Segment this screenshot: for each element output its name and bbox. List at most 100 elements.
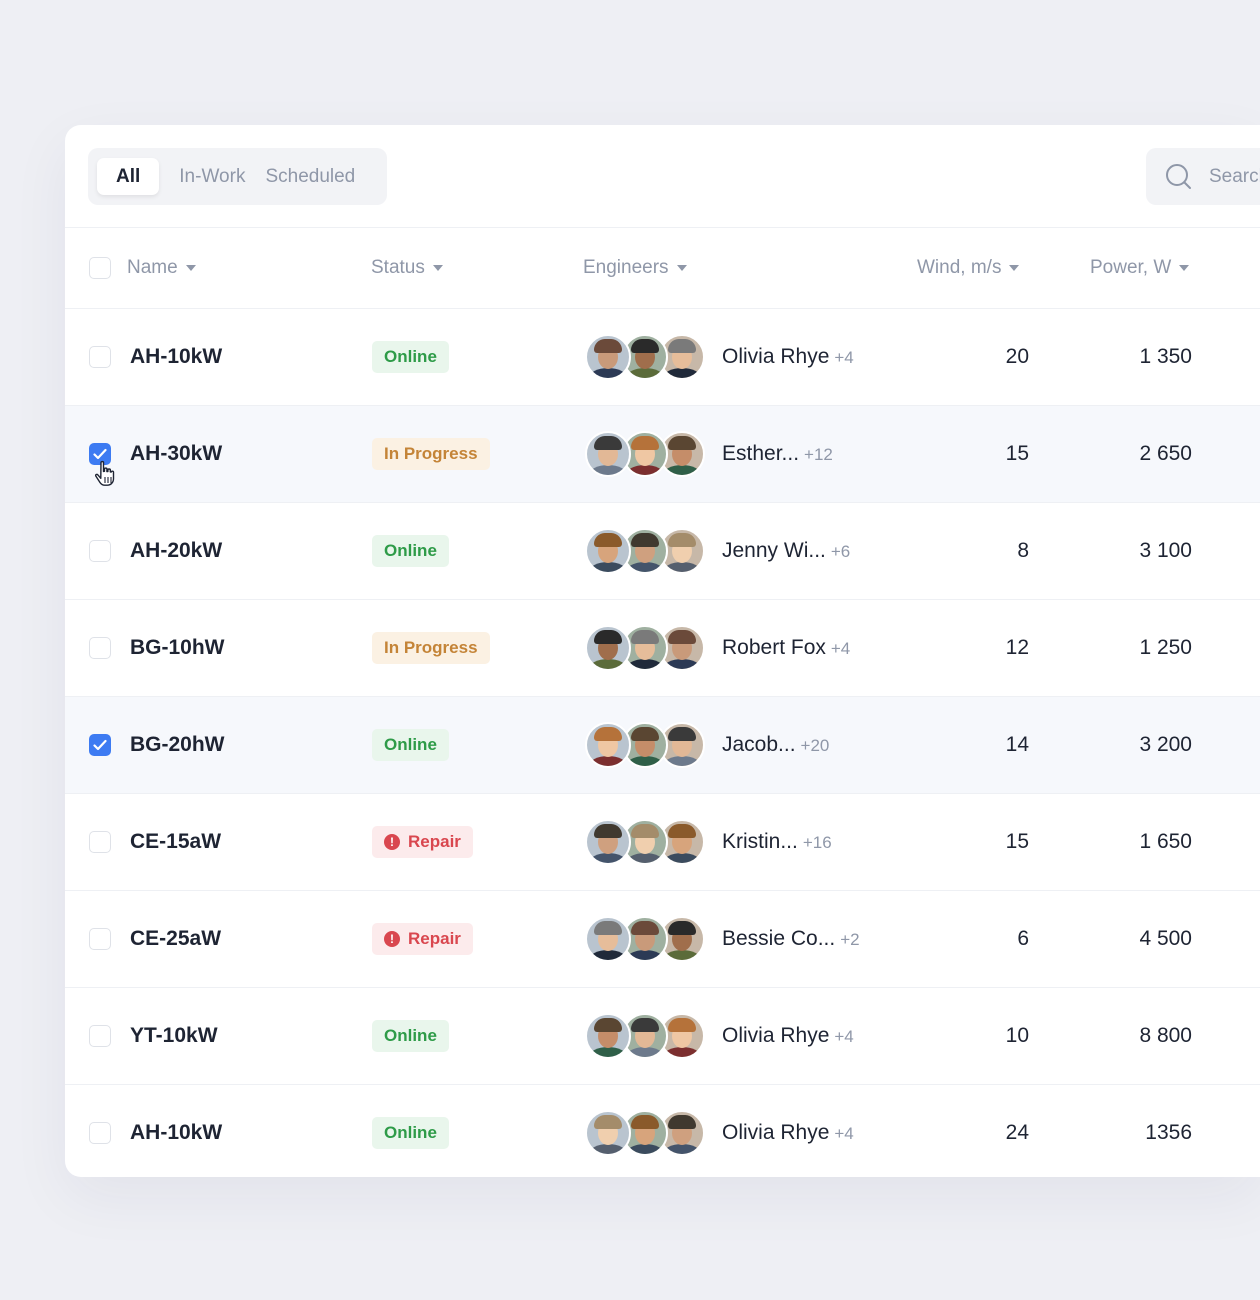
engineer-name: Jacob...	[722, 733, 796, 756]
table-row[interactable]: CE-25aW! Repair Bessie Co... +2 6 4 500	[65, 891, 1260, 988]
row-checkbox[interactable]	[89, 1025, 111, 1047]
table-row[interactable]: BG-10hW In Progress Robert Fox +4 12 1 250	[65, 600, 1260, 697]
sort-caret-icon	[676, 265, 687, 271]
turbines-table-card: All In-Work Scheduled Name Status Engine…	[65, 125, 1260, 1177]
table-row[interactable]: AH-20kW Online Jenny Wi... +6 8 3 100	[65, 503, 1260, 600]
engineer-avatar-stack[interactable]	[585, 819, 705, 865]
engineer-avatar-stack[interactable]	[585, 334, 705, 380]
status-badge: ! Repair	[372, 923, 473, 955]
engineer-name: Olivia Rhye	[722, 345, 830, 368]
search-input[interactable]	[1207, 164, 1260, 189]
row-checkbox[interactable]	[89, 928, 111, 950]
alert-icon: !	[384, 931, 400, 947]
filter-tabs: All In-Work Scheduled	[88, 148, 387, 205]
table-row[interactable]: YT-10kW Online Olivia Rhye +4 10 8 800	[65, 988, 1260, 1085]
wind-value: 6	[1017, 927, 1029, 950]
more-engineers-count: +6	[830, 542, 851, 561]
tab-scheduled[interactable]: Scheduled	[265, 166, 355, 188]
engineer-name: Kristin...	[722, 830, 798, 853]
table-row[interactable]: AH-30kW In Progress Esther... +12 15 2 650	[65, 406, 1260, 503]
turbine-name[interactable]: AH-30kW	[130, 406, 222, 502]
status-label: Repair	[408, 832, 461, 851]
power-value: 1 350	[1139, 345, 1192, 368]
row-checkbox[interactable]	[89, 346, 111, 368]
status-badge: Online	[372, 1117, 449, 1149]
engineer-names: Esther... +12	[722, 406, 833, 502]
row-checkbox[interactable]	[89, 831, 111, 853]
engineer-avatar-stack[interactable]	[585, 1013, 705, 1059]
column-header-engineers[interactable]: Engineers	[583, 228, 687, 308]
engineer-name: Esther...	[722, 442, 800, 465]
row-checkbox[interactable]	[89, 734, 111, 756]
turbine-name[interactable]: AH-20kW	[130, 503, 222, 599]
table-row[interactable]: BG-20hW Online Jacob... +20 14 3 200	[65, 697, 1260, 794]
engineer-avatar-stack[interactable]	[585, 916, 705, 962]
avatar	[585, 625, 631, 671]
column-header-label: Power, W	[1090, 257, 1172, 278]
engineer-avatar-stack[interactable]	[585, 722, 705, 768]
wind-value: 8	[1017, 539, 1029, 562]
checkmark-icon	[93, 739, 107, 751]
tab-in-work[interactable]: In-Work	[179, 166, 245, 188]
more-engineers-count: +12	[804, 445, 833, 464]
column-header-wind[interactable]: Wind, m/s	[917, 228, 1020, 308]
wind-value: 10	[1005, 1024, 1029, 1047]
power-value: 3 200	[1139, 733, 1192, 756]
engineer-avatar-stack[interactable]	[585, 528, 705, 574]
turbine-name[interactable]: BG-10hW	[130, 600, 225, 696]
avatar	[585, 819, 631, 865]
status-label: Online	[384, 1123, 437, 1142]
engineer-name: Olivia Rhye	[722, 1024, 830, 1047]
turbine-name[interactable]: BG-20hW	[130, 697, 225, 793]
status-badge: Online	[372, 535, 449, 567]
hand-pointer-cursor-icon	[93, 460, 117, 495]
engineer-names: Jacob... +20	[722, 697, 829, 793]
row-checkbox[interactable]	[89, 637, 111, 659]
engineer-names: Robert Fox +4	[722, 600, 850, 696]
power-value: 1 650	[1139, 830, 1192, 853]
status-label: Repair	[408, 929, 461, 948]
turbine-name[interactable]: YT-10kW	[130, 988, 218, 1084]
sort-caret-icon	[1179, 265, 1190, 271]
avatar	[585, 431, 631, 477]
status-label: Online	[384, 1026, 437, 1045]
turbine-name[interactable]: AH-10kW	[130, 309, 222, 405]
table-row[interactable]: CE-15aW! Repair Kristin... +16 15 1 650	[65, 794, 1260, 891]
turbine-name[interactable]: CE-25aW	[130, 891, 221, 987]
wind-value: 14	[1005, 733, 1029, 756]
select-all-checkbox[interactable]	[89, 257, 111, 279]
more-engineers-count: +4	[834, 1124, 854, 1143]
tab-all[interactable]: All	[97, 158, 160, 195]
engineer-avatar-stack[interactable]	[585, 1110, 705, 1156]
table-row[interactable]: AH-10kW Online Olivia Rhye +4 24 1356	[65, 1085, 1260, 1177]
row-checkbox[interactable]	[89, 1122, 111, 1144]
avatar	[585, 334, 631, 380]
column-header-power[interactable]: Power, W	[1090, 228, 1190, 308]
wind-value: 24	[1005, 1121, 1029, 1144]
turbine-name[interactable]: AH-10kW	[130, 1085, 222, 1177]
avatar	[585, 1013, 631, 1059]
status-badge: In Progress	[372, 438, 490, 470]
column-header-label: Wind, m/s	[917, 257, 1002, 278]
power-value: 3 100	[1139, 539, 1192, 562]
search-box[interactable]	[1146, 148, 1260, 205]
status-label: Online	[384, 735, 437, 754]
search-icon	[1166, 163, 1191, 189]
column-header-name[interactable]: Name	[127, 228, 196, 308]
engineer-names: Kristin... +16	[722, 794, 832, 890]
more-engineers-count: +2	[840, 930, 860, 949]
row-checkbox[interactable]	[89, 540, 111, 562]
table-row[interactable]: AH-10kW Online Olivia Rhye +4 20 1 350	[65, 309, 1260, 406]
wind-value: 15	[1005, 830, 1029, 853]
status-label: Online	[384, 347, 437, 366]
column-header-status[interactable]: Status	[371, 228, 443, 308]
engineer-name: Bessie Co...	[722, 927, 836, 950]
power-value: 1356	[1145, 1121, 1192, 1144]
turbine-name[interactable]: CE-15aW	[130, 794, 221, 890]
table-body: AH-10kW Online Olivia Rhye +4 20 1 350 AH-30kW…	[65, 309, 1260, 1177]
sort-caret-icon	[432, 265, 443, 271]
engineer-names: Jenny Wi... +6	[722, 503, 850, 599]
power-value: 4 500	[1139, 927, 1192, 950]
engineer-avatar-stack[interactable]	[585, 625, 705, 671]
engineer-avatar-stack[interactable]	[585, 431, 705, 477]
